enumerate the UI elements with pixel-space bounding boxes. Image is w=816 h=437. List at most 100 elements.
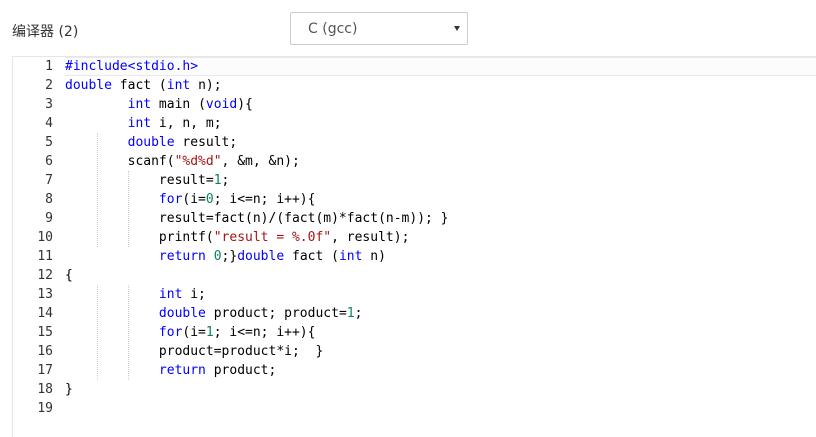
code-line[interactable]: int i; xyxy=(65,285,816,304)
code-token: 1 xyxy=(213,173,222,188)
code-token: fact ( xyxy=(284,249,339,264)
code-line[interactable]: double product; product=1; xyxy=(65,304,816,323)
code-token: 0 xyxy=(213,249,222,264)
compiler-select[interactable]: C (gcc) xyxy=(290,12,468,45)
line-number: 14 xyxy=(37,306,53,321)
line-number: 8 xyxy=(45,192,53,207)
code-token: n) xyxy=(362,249,386,264)
code-token: for xyxy=(158,192,183,207)
code-token: result= xyxy=(65,173,214,188)
code-token: ; xyxy=(354,306,363,321)
code-token: i; xyxy=(182,287,206,302)
code-token: product; product= xyxy=(205,306,347,321)
line-number: 5 xyxy=(45,135,53,150)
code-token: (i= xyxy=(182,192,206,207)
code-token: 0 xyxy=(205,192,214,207)
code-token: i, n, m; xyxy=(151,116,222,131)
code-line[interactable]: product=product*i; } xyxy=(65,342,816,361)
code-token: result; xyxy=(174,135,238,150)
code-line[interactable]: scanf("%d%d", &m, &n); xyxy=(65,152,816,171)
code-token: double xyxy=(158,306,206,321)
code-line[interactable]: double fact (int n); xyxy=(65,76,816,95)
code-token: double xyxy=(65,78,112,93)
line-number: 7 xyxy=(45,173,53,188)
code-token: 1 xyxy=(205,325,214,340)
line-number: 3 xyxy=(45,97,53,112)
line-number: 19 xyxy=(37,401,53,416)
code-token: product; xyxy=(205,363,277,378)
code-line[interactable]: #include<stdio.h> xyxy=(65,57,816,76)
code-token: result=fact(n)/(fact(m)*fact(n-m)); } xyxy=(65,211,449,226)
code-token: 1 xyxy=(346,306,355,321)
code-token: #include<stdio.h> xyxy=(65,59,199,74)
code-token: printf( xyxy=(65,230,214,245)
code-token: ; i<=n; i++){ xyxy=(213,192,316,207)
line-number: 13 xyxy=(37,287,53,302)
code-line[interactable]: int i, n, m; xyxy=(65,114,816,133)
line-number: 1 xyxy=(45,59,53,74)
line-number: 12 xyxy=(37,268,53,283)
line-number: 15 xyxy=(37,325,53,340)
caret-down-icon xyxy=(454,26,460,31)
code-line[interactable]: for(i=1; i<=n; i++){ xyxy=(65,323,816,342)
line-number: 10 xyxy=(37,230,53,245)
line-number: 16 xyxy=(37,344,53,359)
code-token: , result); xyxy=(331,230,410,245)
code-token: ;} xyxy=(221,249,238,264)
code-token: void xyxy=(205,97,238,112)
code-token: int xyxy=(158,287,183,302)
line-number: 11 xyxy=(37,249,53,264)
code-line[interactable]: for(i=0; i<=n; i++){ xyxy=(65,190,816,209)
code-line[interactable]: } xyxy=(65,380,816,399)
code-token: "%d%d" xyxy=(174,154,222,169)
code-token: main ( xyxy=(151,97,206,112)
line-number: 6 xyxy=(45,154,53,169)
code-line[interactable]: return 0;}double fact (int n) xyxy=(65,247,816,266)
code-token: { xyxy=(65,268,73,283)
code-token: n); xyxy=(190,78,222,93)
code-line[interactable]: { xyxy=(65,266,816,285)
code-token: double xyxy=(127,135,175,150)
code-token: for xyxy=(158,325,183,340)
compiler-label: 编译器 (2) xyxy=(12,24,79,40)
code-editor[interactable]: 1 2 3 4 5 6 7 8 9 10 11 12 13 14 15 16 17 18 19 #include<s… xyxy=(12,56,816,437)
code-token: int xyxy=(127,97,152,112)
code-line[interactable]: double result; xyxy=(65,133,816,152)
code-line[interactable]: int main (void){ xyxy=(65,95,816,114)
code-token: ; i<=n; i++){ xyxy=(213,325,316,340)
code-token: (i= xyxy=(182,325,206,340)
code-token: int xyxy=(338,249,363,264)
code-line[interactable] xyxy=(65,399,816,418)
line-number: 4 xyxy=(45,116,53,131)
code-token: product=product*i; } xyxy=(65,344,324,359)
code-line[interactable]: result=fact(n)/(fact(m)*fact(n-m)); } xyxy=(65,209,816,228)
code-token: return xyxy=(158,363,206,378)
code-token: } xyxy=(65,382,73,397)
code-token: fact ( xyxy=(111,78,167,93)
compiler-toolbar: 编译器 (2) C (gcc) xyxy=(0,0,816,56)
line-number: 9 xyxy=(45,211,53,226)
code-token: return xyxy=(158,249,206,264)
code-line[interactable]: printf("result = %.0f", result); xyxy=(65,228,816,247)
line-number: 18 xyxy=(37,382,53,397)
code-token: scanf( xyxy=(65,154,175,169)
code-token: double xyxy=(237,249,285,264)
code-line[interactable]: result=1; xyxy=(65,171,816,190)
code-token: int xyxy=(166,78,191,93)
line-number-gutter: 1 2 3 4 5 6 7 8 9 10 11 12 13 14 15 16 17 18 19 xyxy=(13,57,64,437)
code-token: , &m, &n); xyxy=(221,154,300,169)
line-number: 2 xyxy=(45,78,53,93)
code-area[interactable]: #include<stdio.h> double fact (int n); in… xyxy=(65,57,816,437)
code-token: "result = %.0f" xyxy=(213,230,332,245)
code-token: ; xyxy=(221,173,230,188)
line-number: 17 xyxy=(37,363,53,378)
code-line[interactable]: return product; xyxy=(65,361,816,380)
